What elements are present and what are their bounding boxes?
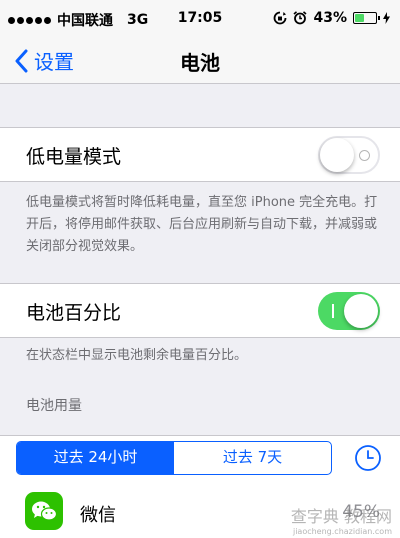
watermark-url-text: jiaocheng.chazidian.com — [292, 527, 392, 536]
segment-last-7-days[interactable]: 过去 7天 — [174, 442, 331, 474]
status-right: 43% — [273, 10, 390, 26]
usage-period-segmented-control: 过去 24小时 过去 7天 — [16, 441, 332, 475]
wechat-app-icon — [25, 492, 63, 530]
alarm-icon — [293, 11, 308, 25]
low-power-mode-switch[interactable] — [318, 136, 380, 174]
battery-level-fill — [355, 14, 364, 22]
switch-knob — [320, 138, 354, 172]
clock-icon[interactable] — [354, 444, 382, 472]
battery-percentage-switch[interactable] — [318, 292, 380, 330]
battery-percentage-label: 电池百分比 — [26, 302, 122, 324]
battery-percentage-description: 在状态栏中显示电池剩余电量百分比。 — [26, 348, 248, 363]
segment-last-24-hours[interactable]: 过去 24小时 — [17, 442, 174, 474]
battery-usage-header: 电池用量 — [26, 398, 82, 414]
page-title: 电池 — [180, 51, 220, 75]
usage-period-row: 过去 24小时 过去 7天 — [0, 435, 400, 480]
switch-on-indicator-icon — [332, 304, 334, 318]
low-power-mode-description: 低电量模式将暂时降低耗电量，直至您 iPhone 完全充电。打开后，将停用邮件获… — [26, 195, 378, 254]
rotation-lock-icon — [274, 11, 287, 25]
app-name: 微信 — [80, 505, 116, 526]
low-power-mode-row: 低电量模式 — [0, 127, 400, 182]
navigation-bar: 设置 电池 — [0, 38, 400, 84]
watermark-main-text: 查字典 教程网 — [290, 507, 392, 526]
battery-percentage-row: 电池百分比 — [0, 283, 400, 338]
watermark: 查字典 教程网 jiaocheng.chazidian.com — [291, 503, 392, 536]
switch-off-indicator-icon — [359, 150, 370, 161]
wechat-logo-icon — [32, 501, 58, 521]
charging-bolt-icon — [383, 12, 390, 24]
battery-percentage-text: 43% — [313, 10, 347, 26]
low-power-mode-label: 低电量模式 — [26, 146, 122, 168]
switch-knob — [344, 294, 378, 328]
battery-icon — [353, 12, 380, 24]
status-bar: 中国联通 3G 17:05 43% — [0, 0, 400, 38]
